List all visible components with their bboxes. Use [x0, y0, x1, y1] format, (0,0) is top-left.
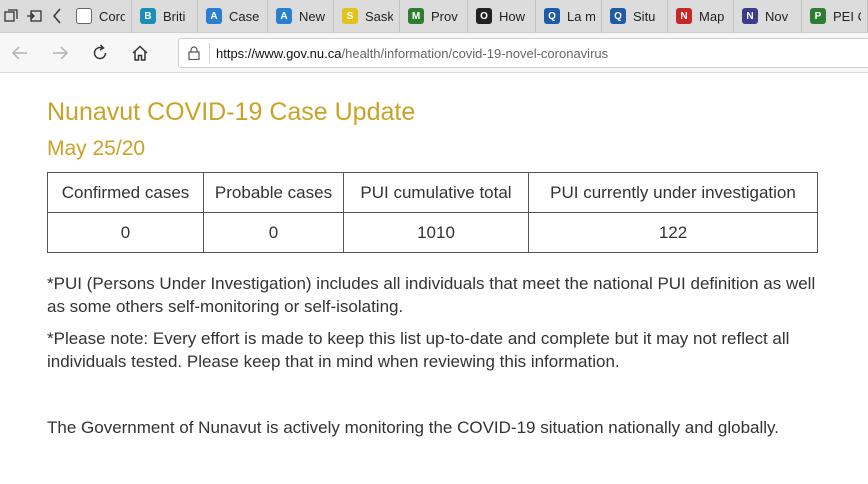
table-row: 0 0 1010 122: [47, 212, 818, 253]
tab-title: How: [499, 8, 526, 24]
browser-tab[interactable]: A Case: [198, 0, 269, 33]
header-pui-under-investigation: PUI currently under investigation: [528, 172, 818, 213]
scroll-tabs-left-icon[interactable]: [45, 0, 68, 33]
page-title: Nunavut COVID-19 Case Update: [47, 98, 416, 126]
tab-title: Situ: [633, 8, 656, 24]
ontario-icon: O: [476, 8, 493, 24]
header-confirmed-cases: Confirmed cases: [47, 172, 204, 213]
refresh-icon: [93, 43, 107, 59]
lock-icon[interactable]: [179, 46, 209, 60]
browser-tab[interactable]: O How: [468, 0, 537, 33]
table-header-row: Confirmed cases Probable cases PUI cumul…: [47, 172, 818, 213]
alberta-icon: A: [206, 8, 223, 24]
url-path: /health/information/covid-19-novel-coron…: [341, 45, 609, 61]
nova-scotia-icon: N: [676, 8, 693, 24]
monitoring-paragraph: The Government of Nunavut is actively mo…: [47, 418, 780, 437]
cell-probable-cases: 0: [203, 212, 344, 253]
cell-pui-cumulative-total: 1010: [343, 212, 529, 253]
back-arrow-icon: [11, 45, 27, 60]
alberta-icon: A: [276, 8, 293, 24]
tab-actions-icon[interactable]: [0, 0, 23, 33]
navigation-bar: https://www.gov.nu.ca/health/information…: [0, 33, 868, 73]
url-text[interactable]: https://www.gov.nu.ca/health/information…: [216, 46, 608, 61]
quebec-fleur-icon: Q: [544, 8, 561, 24]
url-host: https://www.gov.nu.ca: [216, 45, 342, 61]
set-tabs-aside-icon[interactable]: [23, 0, 46, 33]
tab-title: Case: [229, 8, 260, 24]
case-table: Confirmed cases Probable cases PUI cumul…: [47, 172, 818, 253]
pui-definition-note: *PUI (Persons Under Investigation) inclu…: [47, 274, 816, 316]
document-icon: [76, 8, 93, 24]
header-pui-cumulative-total: PUI cumulative total: [343, 172, 529, 213]
tab-title: Prov: [431, 8, 458, 24]
home-icon: [132, 44, 148, 61]
home-button[interactable]: [120, 33, 160, 73]
tab-title: Sask: [365, 8, 394, 24]
browser-tab[interactable]: A New: [268, 0, 335, 33]
saskatchewan-icon: S: [342, 8, 359, 24]
header-probable-cases: Probable cases: [203, 172, 344, 213]
tab-title: New: [299, 8, 326, 24]
browser-tab[interactable]: N Nov: [734, 0, 803, 33]
forward-button[interactable]: [40, 33, 80, 73]
browser-tab[interactable]: N Map: [668, 0, 735, 33]
cell-pui-under-investigation: 122: [528, 212, 818, 253]
tab-title: Nov: [765, 8, 789, 24]
tab-title: La m: [567, 8, 596, 24]
back-button[interactable]: [0, 33, 40, 73]
refresh-button[interactable]: [80, 33, 120, 73]
forward-arrow-icon: [53, 45, 69, 60]
tab-title: Coro: [99, 8, 126, 24]
browser-tab[interactable]: M Prov: [400, 0, 469, 33]
address-bar[interactable]: https://www.gov.nu.ca/health/information…: [178, 38, 868, 68]
please-note-paragraph: *Please note: Every effort is made to ke…: [47, 329, 790, 371]
manitoba-icon: M: [408, 8, 425, 24]
cell-confirmed-cases: 0: [47, 212, 204, 253]
tab-title: Map: [699, 8, 725, 24]
browser-tab[interactable]: S Sask: [334, 0, 401, 33]
quebec-fleur-icon: Q: [610, 8, 627, 24]
browser-tab[interactable]: B Briti: [132, 0, 199, 33]
tab-strip: Coro B Briti A Case A New S Sask M Prov O How Q La mQS…: [0, 0, 868, 33]
browser-tab[interactable]: Q Situ: [602, 0, 669, 33]
tab-title: PEI C: [833, 8, 861, 24]
pei-icon: P: [810, 8, 827, 24]
browser-tab[interactable]: Coro: [68, 0, 133, 33]
bc-gov-icon: B: [140, 8, 157, 24]
update-date: May 25/20: [47, 137, 146, 160]
new-brunswick-icon: N: [742, 8, 759, 24]
browser-tab[interactable]: P PEI C: [802, 0, 868, 33]
tab-title: Briti: [163, 8, 186, 24]
browser-tab[interactable]: Q La m: [536, 0, 603, 33]
